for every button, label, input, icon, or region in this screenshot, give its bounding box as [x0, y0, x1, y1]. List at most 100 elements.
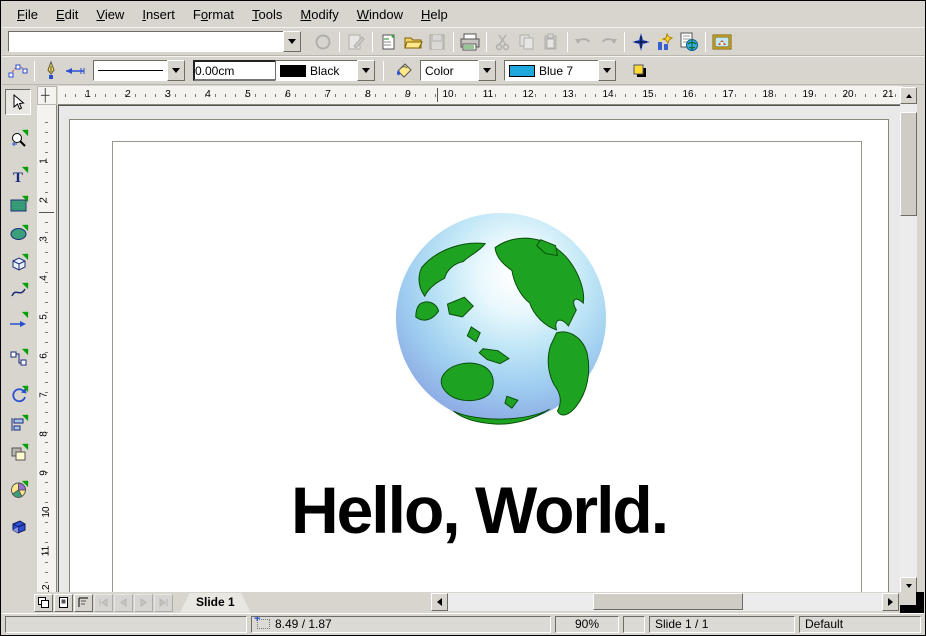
menu-tools[interactable]: Tools — [243, 4, 291, 25]
line-style-select[interactable] — [93, 60, 185, 81]
edit-points-icon — [8, 62, 28, 80]
arrange-tool-button[interactable] — [5, 440, 31, 466]
horizontal-scrollbar-thumb[interactable] — [593, 593, 743, 610]
drawing-canvas[interactable]: Hello, World. — [58, 105, 902, 594]
menu-bar: File Edit View Insert Format Tools Modif… — [2, 2, 924, 27]
chevron-right-icon — [888, 598, 893, 606]
new-document-button[interactable] — [377, 30, 401, 54]
vertical-scrollbar-thumb[interactable] — [900, 112, 917, 216]
3d-objects-tool-button[interactable] — [5, 250, 31, 276]
curve-tool-button[interactable] — [5, 279, 31, 305]
lines-arrows-tool-button[interactable] — [5, 308, 31, 334]
rotate-tool-button[interactable] — [5, 382, 31, 408]
svg-text:T: T — [13, 170, 23, 184]
slide-tab[interactable]: Slide 1 — [180, 593, 251, 613]
load-url-dropdown-button[interactable] — [283, 31, 301, 52]
gallery-icon — [712, 33, 732, 51]
view-drawing-button[interactable] — [34, 594, 53, 612]
globe-image[interactable] — [392, 203, 610, 431]
redo-icon — [598, 33, 618, 51]
status-zoom-field[interactable]: 90% — [555, 616, 619, 633]
horizontal-ruler[interactable]: 123456789101112131415161718192021 — [58, 86, 902, 105]
chevron-down-icon — [483, 68, 491, 73]
line-style-dropdown-button[interactable] — [167, 60, 185, 81]
autopilot-icon — [655, 32, 675, 52]
stop-icon — [314, 33, 332, 51]
fill-can-icon — [394, 62, 414, 80]
line-color-dropdown-button[interactable] — [357, 60, 375, 81]
menu-window[interactable]: Window — [348, 4, 412, 25]
view-page-button[interactable] — [54, 594, 73, 612]
scroll-left-button[interactable] — [431, 593, 448, 611]
menu-modify[interactable]: Modify — [291, 4, 347, 25]
vertical-ruler[interactable]: 123456789101112 — [37, 105, 57, 594]
open-icon — [404, 33, 423, 51]
cut-icon — [494, 33, 512, 51]
fill-color-dropdown-button[interactable] — [598, 60, 616, 81]
line-style-preview — [98, 70, 163, 71]
status-position-field: 8.49 / 1.87 — [251, 616, 551, 633]
stop-button — [311, 30, 335, 54]
open-button[interactable] — [401, 30, 425, 54]
navigator-icon — [631, 32, 651, 52]
slide-page[interactable]: Hello, World. — [69, 119, 889, 594]
ruler-origin-box[interactable] — [37, 86, 57, 105]
save-icon — [428, 33, 446, 51]
text-tool-button[interactable]: T — [5, 163, 31, 189]
navigator-button[interactable] — [629, 30, 653, 54]
load-url-input[interactable] — [8, 31, 283, 52]
alignment-tool-button[interactable] — [5, 411, 31, 437]
insert-tool-button[interactable] — [5, 477, 31, 503]
vertical-scrollbar[interactable] — [900, 87, 917, 594]
rectangle-tool-button[interactable] — [5, 192, 31, 218]
fill-can-button[interactable] — [392, 59, 416, 83]
arrow-ends-button[interactable] — [63, 59, 87, 83]
fill-style-select[interactable]: Color — [420, 60, 496, 81]
menu-format[interactable]: Format — [184, 4, 243, 25]
scroll-up-button[interactable] — [900, 87, 917, 104]
slide-tab-label: Slide 1 — [196, 595, 235, 609]
last-slide-button — [154, 594, 173, 612]
line-color-label: Black — [310, 64, 339, 78]
chevron-down-icon — [906, 584, 912, 588]
horizontal-scrollbar[interactable] — [431, 593, 899, 611]
menu-insert[interactable]: Insert — [133, 4, 184, 25]
arrow-ends-icon — [64, 63, 86, 79]
cursor-position: 8.49 / 1.87 — [275, 617, 332, 631]
line-color-select[interactable]: Black — [275, 60, 375, 81]
page-style: Default — [805, 617, 843, 631]
chevron-down-icon — [288, 39, 296, 44]
slide-title-text[interactable]: Hello, World. — [70, 472, 888, 548]
zoom-tool-button[interactable] — [5, 126, 31, 152]
chevron-down-icon — [362, 68, 370, 73]
status-modified-field — [623, 616, 645, 633]
print-button[interactable] — [458, 30, 482, 54]
status-style-field[interactable]: Default — [799, 616, 921, 633]
gallery-button[interactable] — [710, 30, 734, 54]
cut-button — [491, 30, 515, 54]
copy-icon — [518, 33, 536, 51]
menu-edit[interactable]: Edit — [47, 4, 87, 25]
line-color-swatch — [280, 65, 306, 77]
text-icon: T — [11, 169, 26, 184]
fill-style-dropdown-button[interactable] — [478, 60, 496, 81]
effects-tool-button[interactable] — [5, 514, 31, 540]
menu-view[interactable]: View — [87, 4, 133, 25]
menu-file[interactable]: File — [8, 4, 47, 25]
chevron-down-icon — [603, 68, 611, 73]
view-layer-button[interactable] — [74, 594, 93, 612]
edit-points-button[interactable] — [6, 59, 30, 83]
window-resize-grip[interactable] — [900, 592, 924, 613]
scroll-right-button[interactable] — [882, 593, 899, 611]
fill-color-select[interactable]: Blue 7 — [504, 60, 616, 81]
ellipse-tool-button[interactable] — [5, 221, 31, 247]
menu-help[interactable]: Help — [412, 4, 457, 25]
first-slide-button — [94, 594, 113, 612]
autopilot-button[interactable] — [653, 30, 677, 54]
pen-button[interactable] — [39, 59, 63, 83]
connector-tool-button[interactable] — [5, 345, 31, 371]
select-tool-button[interactable] — [5, 89, 31, 115]
shadow-button[interactable] — [628, 59, 652, 83]
html-document-button[interactable] — [677, 30, 701, 54]
function-toolbar — [2, 27, 924, 56]
